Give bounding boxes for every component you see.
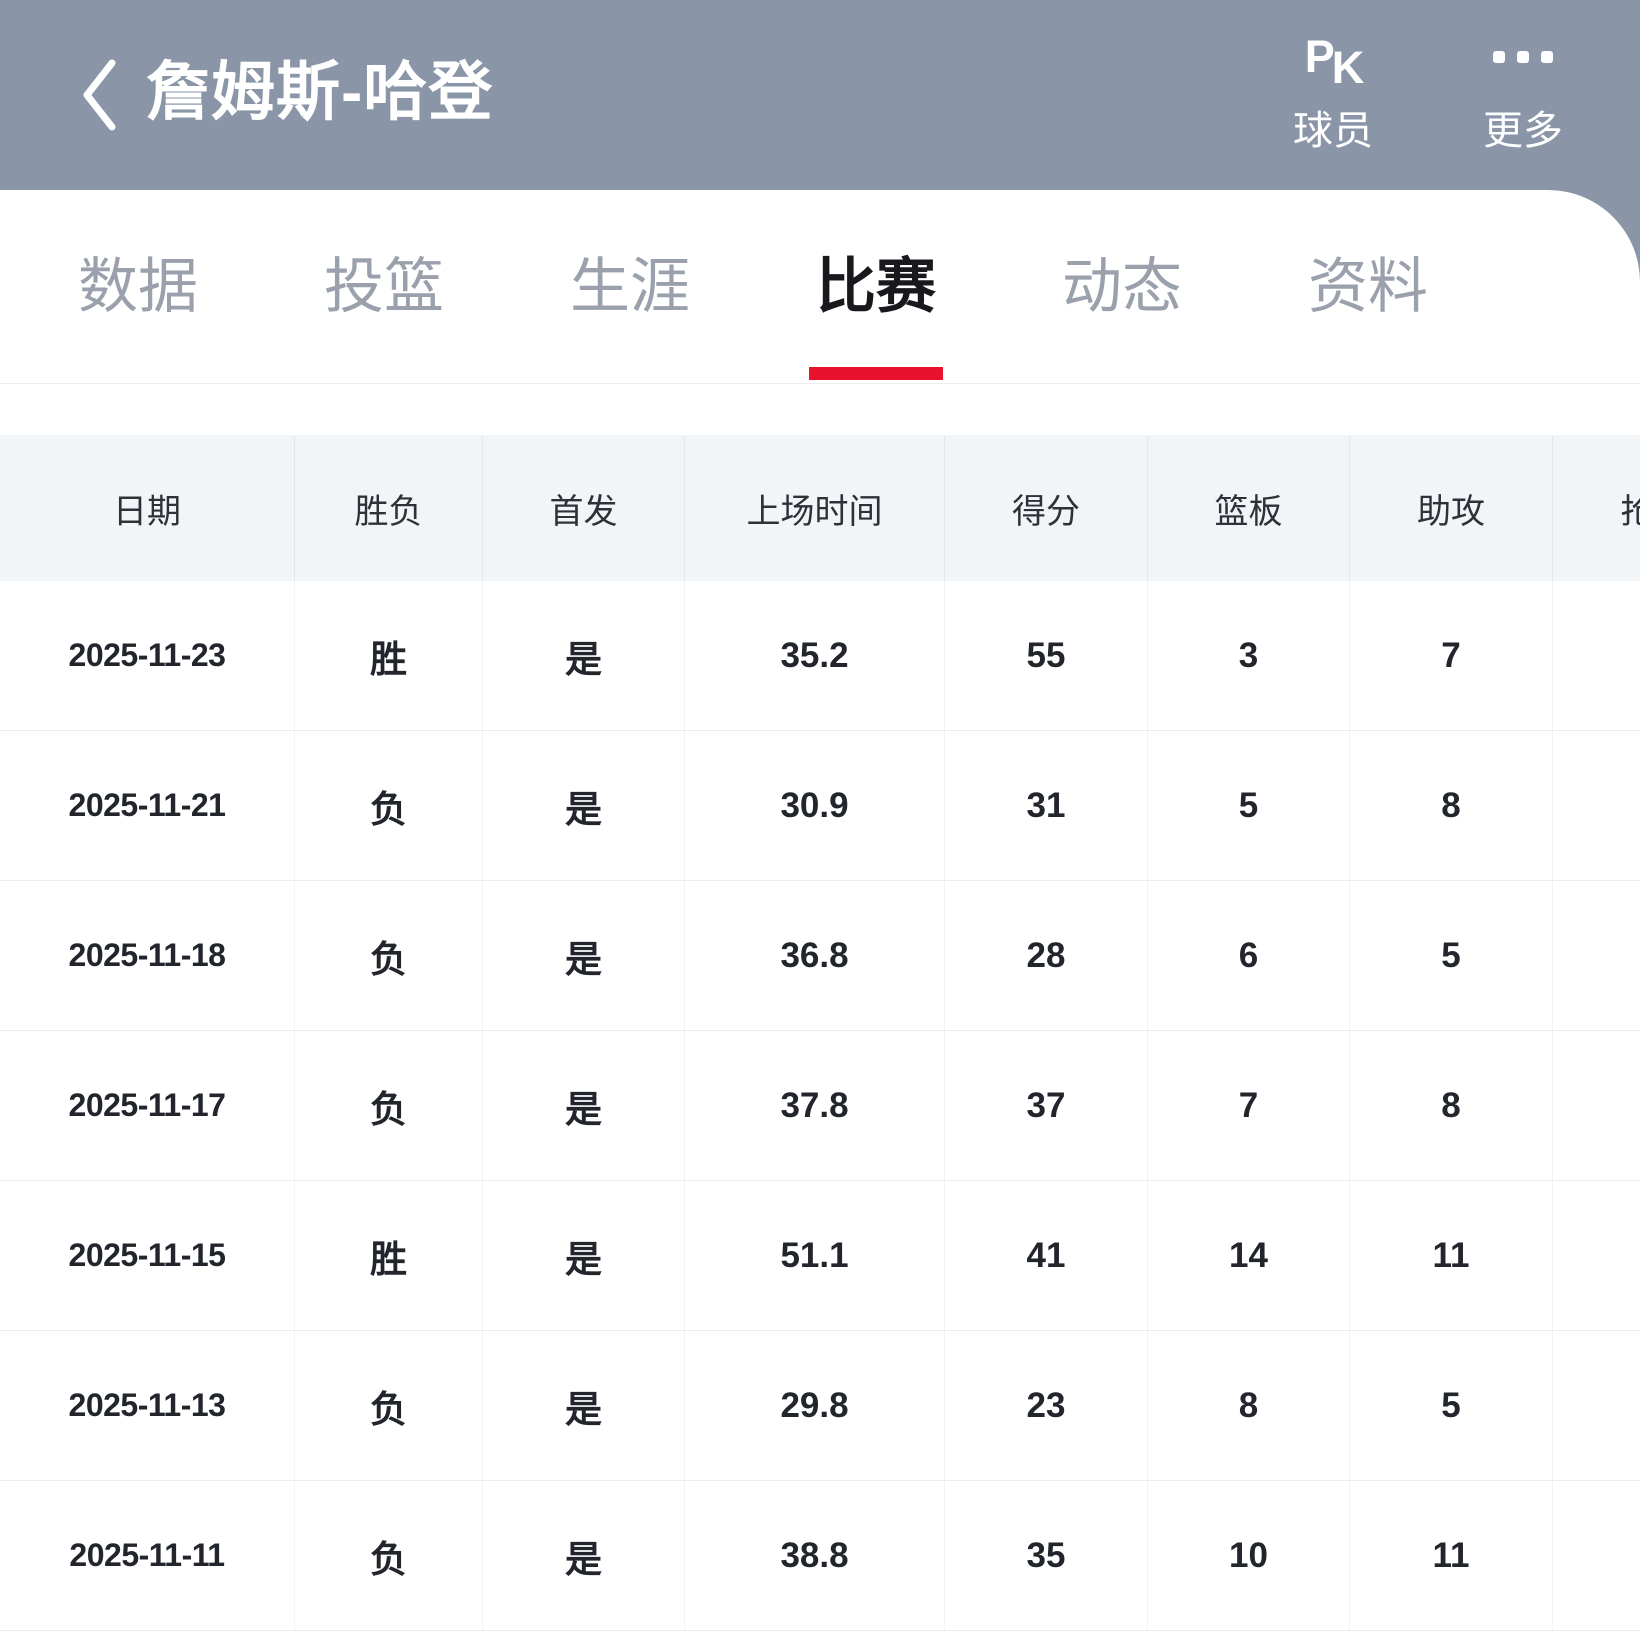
table-cell xyxy=(1553,581,1640,730)
table-cell: 5 xyxy=(1350,1331,1553,1480)
tab-divider xyxy=(0,383,1640,384)
table-cell: 41 xyxy=(945,1181,1148,1330)
header-left: 詹姆斯-哈登 xyxy=(78,0,493,190)
more-button[interactable]: 更多 xyxy=(1464,24,1582,156)
table-cell: 37 xyxy=(945,1031,1148,1180)
tab-games[interactable]: 比赛 xyxy=(753,190,999,383)
table-row[interactable]: 2025-11-17负是37.83778 xyxy=(0,1031,1640,1181)
table-cell: 8 xyxy=(1148,1331,1350,1480)
table-cell: 负 xyxy=(295,881,483,1030)
table-cell: 胜 xyxy=(295,581,483,730)
table-cell: 2025-11-21 xyxy=(0,731,295,880)
table-cell: 是 xyxy=(483,1031,685,1180)
table-cell: 7 xyxy=(1350,581,1553,730)
table-cell: 14 xyxy=(1148,1181,1350,1330)
table-cell: 51.1 xyxy=(685,1181,945,1330)
column-header-points: 得分 xyxy=(945,435,1148,581)
header-actions: PK 球员 更多 xyxy=(1274,24,1582,156)
tab-news[interactable]: 动态 xyxy=(999,190,1245,383)
table-cell xyxy=(1553,1181,1640,1330)
table-cell: 负 xyxy=(295,1481,483,1630)
table-cell: 29.8 xyxy=(685,1331,945,1480)
app-header: 詹姆斯-哈登 PK 球员 更多 xyxy=(0,0,1640,190)
table-cell: 是 xyxy=(483,581,685,730)
table-cell xyxy=(1553,1481,1640,1630)
table-cell: 2025-11-15 xyxy=(0,1181,295,1330)
tab-shooting[interactable]: 投篮 xyxy=(261,190,507,383)
table-row[interactable]: 2025-11-15胜是51.1411411 xyxy=(0,1181,1640,1331)
pk-icon: PK xyxy=(1305,24,1362,90)
table-cell: 是 xyxy=(483,1181,685,1330)
table-row[interactable]: 2025-11-13负是29.82385 xyxy=(0,1331,1640,1481)
table-cell xyxy=(1553,1031,1640,1180)
ellipsis-icon xyxy=(1493,24,1553,90)
table-cell: 负 xyxy=(295,1031,483,1180)
table-cell: 是 xyxy=(483,1481,685,1630)
table-cell: 是 xyxy=(483,881,685,1030)
table-cell xyxy=(1553,881,1640,1030)
compare-player-button[interactable]: PK 球员 xyxy=(1274,24,1392,156)
player-game-log-screen: 詹姆斯-哈登 PK 球员 更多 数据 投篮 生涯 比赛 动态 资料 xyxy=(0,0,1640,1640)
column-header-steals: 抢断 xyxy=(1553,435,1640,581)
table-cell: 3 xyxy=(1148,581,1350,730)
table-cell: 11 xyxy=(1350,1481,1553,1630)
column-header-result: 胜负 xyxy=(295,435,483,581)
table-cell: 2025-11-17 xyxy=(0,1031,295,1180)
tab-stats[interactable]: 数据 xyxy=(15,190,261,383)
table-body: 2025-11-23胜是35.255372025-11-21负是30.93158… xyxy=(0,581,1640,1631)
table-cell: 8 xyxy=(1350,1031,1553,1180)
tab-profile[interactable]: 资料 xyxy=(1245,190,1491,383)
table-cell: 6 xyxy=(1148,881,1350,1030)
table-cell: 2025-11-11 xyxy=(0,1481,295,1630)
table-cell: 5 xyxy=(1148,731,1350,880)
table-cell: 31 xyxy=(945,731,1148,880)
table-cell: 2025-11-23 xyxy=(0,581,295,730)
table-cell: 负 xyxy=(295,731,483,880)
table-cell: 11 xyxy=(1350,1181,1553,1330)
table-cell: 36.8 xyxy=(685,881,945,1030)
table-cell: 负 xyxy=(295,1331,483,1480)
table-cell: 7 xyxy=(1148,1031,1350,1180)
table-cell: 胜 xyxy=(295,1181,483,1330)
game-log-table: 日期 胜负 首发 上场时间 得分 篮板 助攻 抢断 2025-11-23胜是35… xyxy=(0,435,1640,1631)
table-cell: 23 xyxy=(945,1331,1148,1480)
table-cell: 30.9 xyxy=(685,731,945,880)
back-icon[interactable] xyxy=(78,56,120,134)
table-cell: 35 xyxy=(945,1481,1148,1630)
table-row[interactable]: 2025-11-18负是36.82865 xyxy=(0,881,1640,1031)
table-cell: 8 xyxy=(1350,731,1553,880)
table-row[interactable]: 2025-11-21负是30.93158 xyxy=(0,731,1640,881)
table-cell xyxy=(1553,731,1640,880)
table-cell: 10 xyxy=(1148,1481,1350,1630)
active-tab-underline xyxy=(809,367,943,380)
table-cell: 35.2 xyxy=(685,581,945,730)
table-cell: 37.8 xyxy=(685,1031,945,1180)
column-header-started: 首发 xyxy=(483,435,685,581)
tab-career[interactable]: 生涯 xyxy=(507,190,753,383)
table-cell: 是 xyxy=(483,1331,685,1480)
column-header-minutes: 上场时间 xyxy=(685,435,945,581)
table-cell: 是 xyxy=(483,731,685,880)
table-cell: 55 xyxy=(945,581,1148,730)
more-label: 更多 xyxy=(1483,98,1563,156)
table-cell: 38.8 xyxy=(685,1481,945,1630)
table-row[interactable]: 2025-11-11负是38.8351011 xyxy=(0,1481,1640,1631)
page-title: 詹姆斯-哈登 xyxy=(146,60,493,130)
table-cell: 2025-11-13 xyxy=(0,1331,295,1480)
table-cell: 28 xyxy=(945,881,1148,1030)
tab-bar: 数据 投篮 生涯 比赛 动态 资料 xyxy=(15,190,1491,383)
content-panel: 数据 投篮 生涯 比赛 动态 资料 日期 胜负 首发 上场时间 得分 篮板 助攻… xyxy=(0,190,1640,1640)
table-cell: 2025-11-18 xyxy=(0,881,295,1030)
table-cell: 5 xyxy=(1350,881,1553,1030)
compare-player-label: 球员 xyxy=(1293,98,1373,156)
table-cell xyxy=(1553,1331,1640,1480)
column-header-assists: 助攻 xyxy=(1350,435,1553,581)
column-header-rebounds: 篮板 xyxy=(1148,435,1350,581)
table-row[interactable]: 2025-11-23胜是35.25537 xyxy=(0,581,1640,731)
column-header-date: 日期 xyxy=(0,435,295,581)
table-header-row: 日期 胜负 首发 上场时间 得分 篮板 助攻 抢断 xyxy=(0,435,1640,581)
